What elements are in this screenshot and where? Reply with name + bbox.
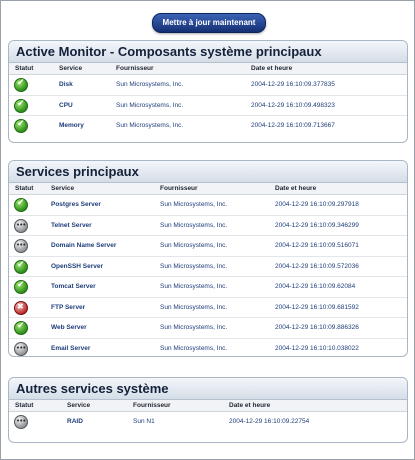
provider-name: Sun Microsystems, Inc. xyxy=(160,283,228,290)
col-status: Statut xyxy=(15,402,34,409)
timestamp: 2004-12-29 16:10:09.22754 xyxy=(229,418,310,425)
provider-name: Sun Microsystems, Inc. xyxy=(160,303,228,311)
timestamp: 2004-12-29 16:10:09.572036 xyxy=(275,262,359,270)
service-link[interactable]: Tomcat Server xyxy=(51,283,96,290)
table-row: RAID Sun N1 2004-12-29 16:10:09.22754 xyxy=(9,412,407,432)
timestamp: 2004-12-29 16:10:10.038022 xyxy=(275,344,359,352)
timestamp: 2004-12-29 16:10:09.498323 xyxy=(251,101,335,109)
timestamp: 2004-12-29 16:10:09.62084 xyxy=(275,283,356,290)
timestamp: 2004-12-29 16:10:09.681592 xyxy=(275,303,359,311)
timestamp: 2004-12-29 16:10:09.297918 xyxy=(275,201,359,208)
col-service: Service xyxy=(67,402,91,409)
service-link[interactable]: OpenSSH Server xyxy=(51,263,103,270)
table-row: Disk Sun Microsystems, Inc. 2004-12-29 16:… xyxy=(9,75,407,96)
status-ok-icon xyxy=(14,280,28,294)
table-row: Memory Sun Microsystems, Inc. 2004-12-29 1… xyxy=(9,116,407,136)
table-row: Postgres Server Sun Microsystems, Inc. 200… xyxy=(9,195,407,216)
col-status: Statut xyxy=(15,65,34,72)
provider-name: Sun Microsystems, Inc. xyxy=(160,242,228,249)
col-provider: Fournisseur xyxy=(116,65,154,72)
provider-name: Sun N1 xyxy=(133,418,155,425)
service-link[interactable]: CPU xyxy=(59,102,73,109)
status-ok-icon xyxy=(14,78,28,92)
status-unknown-icon xyxy=(14,341,28,356)
table-row: FTP Server Sun Microsystems, Inc. 2004-12-… xyxy=(9,298,407,318)
table-row: Email Server Sun Microsystems, Inc. 2004-1… xyxy=(9,339,407,357)
provider-name: Sun Microsystems, Inc. xyxy=(160,221,228,229)
timestamp: 2004-12-29 16:10:09.713667 xyxy=(251,122,335,129)
provider-name: Sun Microsystems, Inc. xyxy=(116,101,184,109)
col-provider: Fournisseur xyxy=(160,185,198,192)
col-datetime: Date et heure xyxy=(275,185,317,192)
timestamp: 2004-12-29 16:10:09.377835 xyxy=(251,81,335,88)
table-row: Telnet Server Sun Microsystems, Inc. 2004-… xyxy=(9,216,407,236)
timestamp: 2004-12-29 16:10:09.886326 xyxy=(275,324,359,331)
status-unknown-icon xyxy=(14,218,28,233)
status-ok-icon xyxy=(14,259,28,274)
timestamp: 2004-12-29 16:10:09.516071 xyxy=(275,242,359,249)
table-row: Tomcat Server Sun Microsystems, Inc. 2004-… xyxy=(9,277,407,298)
provider-name: Sun Microsystems, Inc. xyxy=(160,201,228,208)
timestamp: 2004-12-29 16:10:09.346299 xyxy=(275,221,359,229)
status-error-icon xyxy=(14,300,28,315)
service-link[interactable]: Memory xyxy=(59,122,84,129)
provider-name: Sun Microsystems, Inc. xyxy=(160,262,228,270)
col-datetime: Date et heure xyxy=(251,65,293,72)
col-status: Statut xyxy=(15,185,34,192)
table-row: Web Server Sun Microsystems, Inc. 2004-12-… xyxy=(9,318,407,339)
col-service: Service xyxy=(51,185,75,192)
service-link[interactable]: Email Server xyxy=(51,345,90,352)
panel-core-components: Active Monitor - Composants système prin… xyxy=(8,40,408,143)
provider-name: Sun Microsystems, Inc. xyxy=(160,344,228,352)
table-body: RAID Sun N1 2004-12-29 16:10:09.22754 xyxy=(9,412,407,432)
toolbar: Mettre à jour maintenant xyxy=(1,1,414,37)
monitor-window: Mettre à jour maintenant Active Monitor … xyxy=(0,0,415,460)
panel-main-services: Services principaux Statut Service Fourn… xyxy=(8,160,408,357)
table-row: Domain Name Server Sun Microsystems, Inc.… xyxy=(9,236,407,257)
column-headers: Statut Service Fournisseur Date et heure xyxy=(9,400,407,412)
provider-name: Sun Microsystems, Inc. xyxy=(116,122,184,129)
panel-title: Services principaux xyxy=(9,161,407,183)
status-ok-icon xyxy=(14,321,28,335)
status-unknown-icon xyxy=(14,415,28,429)
column-headers: Statut Service Fournisseur Date et heure xyxy=(9,183,407,195)
panel-other-services: Autres services système Statut Service F… xyxy=(8,377,408,443)
provider-name: Sun Microsystems, Inc. xyxy=(160,324,228,331)
table-body: Disk Sun Microsystems, Inc. 2004-12-29 16:… xyxy=(9,75,407,136)
service-link[interactable]: Domain Name Server xyxy=(51,242,116,249)
status-ok-icon xyxy=(14,98,28,113)
service-link[interactable]: Disk xyxy=(59,81,73,88)
service-link[interactable]: Web Server xyxy=(51,324,87,331)
table-row: CPU Sun Microsystems, Inc. 2004-12-29 16:1… xyxy=(9,96,407,116)
table-row: OpenSSH Server Sun Microsystems, Inc. 2004… xyxy=(9,257,407,277)
panel-title: Autres services système xyxy=(9,378,407,400)
status-ok-icon xyxy=(14,119,28,133)
col-datetime: Date et heure xyxy=(229,402,271,409)
update-now-button[interactable]: Mettre à jour maintenant xyxy=(152,13,266,33)
service-link[interactable]: RAID xyxy=(67,418,83,425)
col-service: Service xyxy=(59,65,83,72)
status-ok-icon xyxy=(14,198,28,212)
service-link[interactable]: Postgres Server xyxy=(51,201,101,208)
column-headers: Statut Service Fournisseur Date et heure xyxy=(9,63,407,75)
service-link[interactable]: FTP Server xyxy=(51,304,85,311)
col-provider: Fournisseur xyxy=(133,402,171,409)
provider-name: Sun Microsystems, Inc. xyxy=(116,81,184,88)
panel-title: Active Monitor - Composants système prin… xyxy=(9,41,407,63)
status-unknown-icon xyxy=(14,239,28,253)
service-link[interactable]: Telnet Server xyxy=(51,222,92,229)
table-body: Postgres Server Sun Microsystems, Inc. 200… xyxy=(9,195,407,357)
